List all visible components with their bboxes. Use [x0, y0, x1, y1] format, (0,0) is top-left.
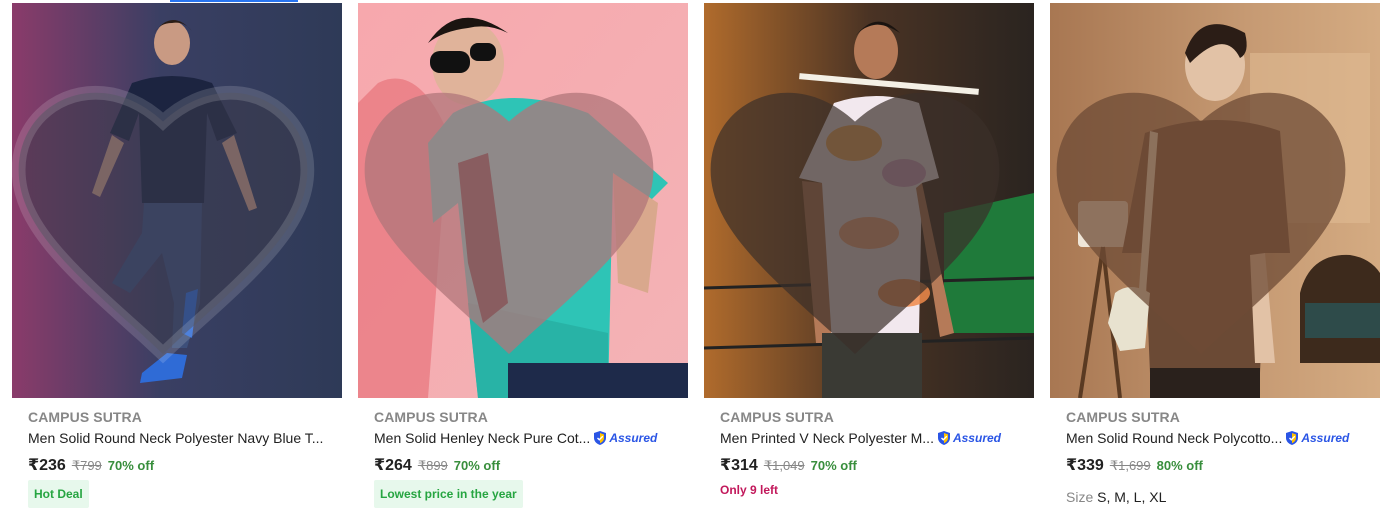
assured-label: Assured — [1301, 431, 1350, 445]
product-title[interactable]: Men Printed V Neck Polyester M... — [720, 430, 934, 446]
product-card[interactable]: CAMPUS SUTRA Men Printed V Neck Polyeste… — [692, 0, 1038, 515]
discount-label: 70% off — [810, 458, 857, 473]
product-image[interactable] — [358, 3, 688, 398]
selling-price: ₹314 — [720, 457, 758, 474]
heart-icon[interactable] — [1050, 19, 1366, 398]
product-title[interactable]: Men Solid Round Neck Polycotto... — [1066, 430, 1282, 446]
price-row: ₹264 ₹899 70% off — [374, 455, 500, 475]
deal-tag: Hot Deal — [28, 480, 89, 508]
original-price: ₹799 — [71, 458, 102, 473]
product-grid: CAMPUS SUTRA Men Solid Round Neck Polyes… — [0, 0, 1386, 515]
product-image[interactable] — [12, 3, 342, 398]
assured-badge: Assured — [592, 430, 657, 446]
assured-badge: Assured — [1284, 430, 1349, 446]
heart-icon[interactable] — [704, 19, 1020, 398]
size-options: Size S, M, L, XL — [1066, 489, 1166, 505]
original-price: ₹1,049 — [763, 458, 805, 473]
product-brand: CAMPUS SUTRA — [28, 409, 142, 425]
assured-badge: Assured — [936, 430, 1001, 446]
price-row: ₹236 ₹799 70% off — [28, 455, 154, 475]
size-label: Size — [1066, 489, 1094, 505]
heart-icon[interactable] — [12, 19, 328, 398]
selling-price: ₹236 — [28, 457, 66, 474]
deal-tag: Lowest price in the year — [374, 480, 523, 508]
product-brand: CAMPUS SUTRA — [720, 409, 834, 425]
product-title[interactable]: Men Solid Round Neck Polyester Navy Blue… — [28, 430, 323, 446]
discount-label: 80% off — [1156, 458, 1203, 473]
shield-icon — [594, 431, 607, 445]
assured-label: Assured — [952, 431, 1001, 445]
discount-label: 70% off — [107, 458, 155, 473]
selling-price: ₹339 — [1066, 457, 1104, 474]
product-image[interactable] — [704, 3, 1034, 398]
discount-label: 70% off — [453, 458, 501, 473]
stock-status: Only 9 left — [720, 483, 779, 497]
product-title[interactable]: Men Solid Henley Neck Pure Cot... — [374, 430, 590, 446]
product-brand: CAMPUS SUTRA — [374, 409, 488, 425]
original-price: ₹1,699 — [1109, 458, 1151, 473]
product-card[interactable]: CAMPUS SUTRA Men Solid Henley Neck Pure … — [346, 0, 692, 515]
shield-icon — [1286, 431, 1299, 445]
product-title-row[interactable]: Men Solid Henley Neck Pure Cot... Assure… — [374, 429, 657, 447]
product-card[interactable]: CAMPUS SUTRA Men Solid Round Neck Polyco… — [1038, 0, 1384, 515]
original-price: ₹899 — [417, 458, 448, 473]
price-row: ₹339 ₹1,699 80% off — [1066, 455, 1203, 475]
product-brand: CAMPUS SUTRA — [1066, 409, 1180, 425]
heart-icon[interactable] — [358, 19, 674, 398]
selling-price: ₹264 — [374, 457, 412, 474]
price-row: ₹314 ₹1,049 70% off — [720, 455, 857, 475]
shield-icon — [937, 431, 950, 445]
product-title-row[interactable]: Men Solid Round Neck Polyester Navy Blue… — [28, 429, 323, 447]
assured-label: Assured — [609, 431, 658, 445]
product-card[interactable]: CAMPUS SUTRA Men Solid Round Neck Polyes… — [0, 0, 346, 515]
size-values: S, M, L, XL — [1097, 489, 1167, 505]
product-title-row[interactable]: Men Printed V Neck Polyester M... Assure… — [720, 429, 1001, 447]
product-image[interactable] — [1050, 3, 1380, 398]
product-title-row[interactable]: Men Solid Round Neck Polycotto... Assure… — [1066, 429, 1349, 447]
